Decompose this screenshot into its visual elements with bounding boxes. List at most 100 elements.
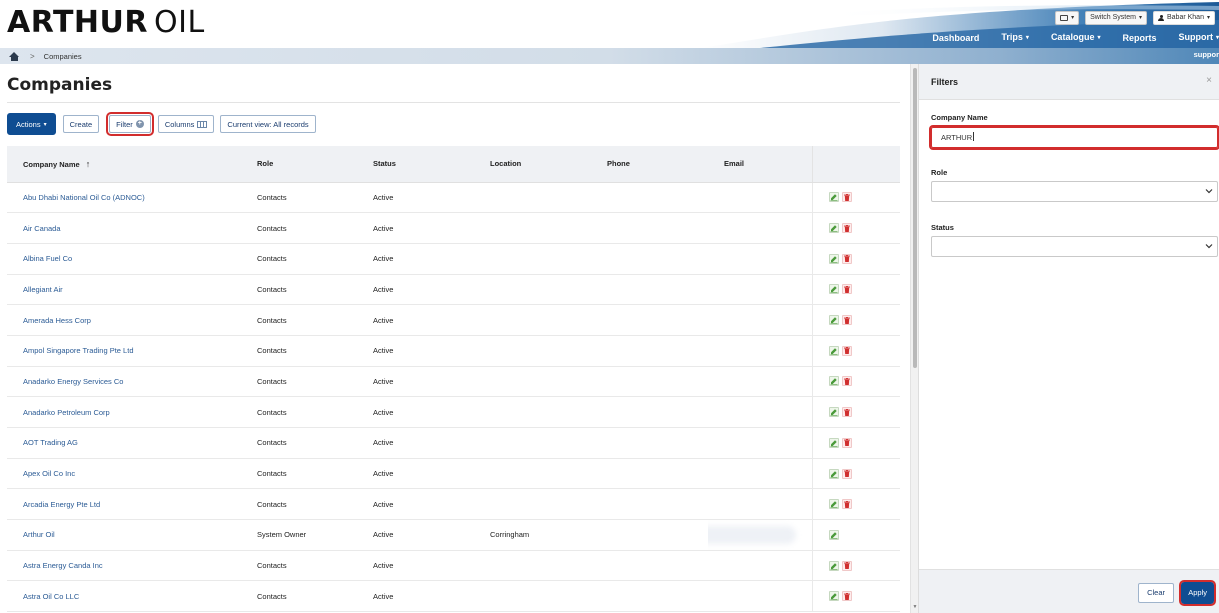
company-name-link[interactable]: Amerada Hess Corp <box>7 304 241 336</box>
table-row[interactable]: Anadarko Energy Services Co Contacts Activ… <box>7 366 900 398</box>
delete-icon[interactable] <box>841 192 852 203</box>
edit-icon[interactable] <box>828 192 839 203</box>
table-row[interactable]: Abu Dhabi National Oil Co (ADNOC) Contact… <box>7 182 900 214</box>
company-name-link[interactable]: Air Canada <box>7 212 241 244</box>
edit-icon[interactable] <box>828 407 839 418</box>
company-name-link[interactable]: Apex Oil Co Inc <box>7 458 241 490</box>
company-name-link[interactable]: Astra Energy Canda Inc <box>7 550 241 582</box>
table-row[interactable]: Amerada Hess Corp Contacts Active <box>7 304 900 336</box>
row-actions <box>811 212 900 244</box>
role-cell: Contacts <box>241 427 357 459</box>
company-name-link[interactable]: Anadarko Petroleum Corp <box>7 396 241 428</box>
delete-icon[interactable] <box>841 315 852 326</box>
company-name-link[interactable]: Arcadia Energy Pte Ltd <box>7 488 241 521</box>
company-name-link[interactable]: AOT Trading AG <box>7 427 241 459</box>
apply-button[interactable]: Apply <box>1179 580 1216 606</box>
table-row[interactable]: Anadarko Petroleum Corp Contacts Active <box>7 396 900 428</box>
table-row[interactable]: Air Canada Contacts Active <box>7 212 900 244</box>
nav-dashboard[interactable]: Dashboard <box>921 32 990 44</box>
delete-icon[interactable] <box>841 407 852 418</box>
table-row[interactable]: Ampol Singapore Trading Pte Ltd Contacts A… <box>7 335 900 367</box>
chevron-down-icon: ▾ <box>1138 15 1142 21</box>
nav-support[interactable]: Support ▾ <box>1167 31 1219 44</box>
edit-icon[interactable] <box>828 223 839 234</box>
table-row[interactable]: Allegiant Air Contacts Active <box>7 274 900 306</box>
company-name-link[interactable]: Arthur Oil <box>7 519 241 551</box>
role-cell: Contacts <box>241 182 357 214</box>
edit-icon[interactable] <box>828 560 839 571</box>
scrollbar-thumb[interactable] <box>913 68 917 368</box>
delete-icon[interactable] <box>841 437 852 448</box>
company-name-link[interactable]: Abu Dhabi National Oil Co (ADNOC) <box>7 182 241 214</box>
display-menu-button[interactable]: ▾ <box>1055 11 1080 25</box>
page-title: Companies <box>7 75 113 95</box>
clear-button[interactable]: Clear <box>1138 583 1174 603</box>
location-cell <box>474 550 591 582</box>
home-icon[interactable] <box>9 51 20 61</box>
edit-icon[interactable] <box>828 315 839 326</box>
delete-icon[interactable] <box>841 223 852 234</box>
column-header-location[interactable]: Location <box>474 146 591 183</box>
sort-ascending-icon[interactable]: ↑ <box>86 159 91 169</box>
role-select[interactable] <box>931 181 1218 202</box>
company-name-link[interactable]: Anadarko Energy Services Co <box>7 366 241 398</box>
phone-cell <box>591 488 708 521</box>
company-name-input[interactable]: ARTHUR <box>929 125 1219 150</box>
edit-icon[interactable] <box>828 591 839 602</box>
edit-icon[interactable] <box>828 437 839 448</box>
company-name-link[interactable]: Albina Fuel Co <box>7 243 241 275</box>
table-row[interactable]: Arthur Oil System Owner Active Corringham <box>7 519 900 551</box>
company-name-link[interactable]: Ampol Singapore Trading Pte Ltd <box>7 335 241 367</box>
column-header-email[interactable]: Email <box>708 146 812 183</box>
location-cell <box>474 366 591 398</box>
table-row[interactable]: Arcadia Energy Pte Ltd Contacts Active <box>7 488 900 521</box>
edit-icon[interactable] <box>828 499 839 510</box>
nav-catalogue[interactable]: Catalogue ▾ <box>1040 31 1112 44</box>
actions-button[interactable]: Actions ▾ <box>7 113 56 135</box>
column-header-phone[interactable]: Phone <box>591 146 708 183</box>
user-menu-button[interactable]: Babar Khan ▾ <box>1153 11 1215 25</box>
filter-button[interactable]: Filter + <box>106 112 154 136</box>
table-row[interactable]: AOT Trading AG Contacts Active <box>7 427 900 459</box>
current-view-button[interactable]: Current view: All records <box>220 115 316 133</box>
create-button[interactable]: Create <box>62 115 100 133</box>
delete-icon[interactable] <box>841 591 852 602</box>
nav-trips[interactable]: Trips ▾ <box>990 31 1040 44</box>
company-name-link[interactable]: Allegiant Air <box>7 274 241 306</box>
delete-icon[interactable] <box>841 253 852 264</box>
column-header-status[interactable]: Status <box>357 146 474 183</box>
status-select[interactable] <box>931 236 1218 257</box>
table-row[interactable]: Astra Oil Co LLC Contacts Active <box>7 580 900 613</box>
plus-circle-icon: + <box>135 120 144 128</box>
delete-icon[interactable] <box>841 499 852 510</box>
column-header-company-name[interactable]: Company Name ↑ <box>7 146 241 183</box>
delete-icon[interactable] <box>841 376 852 387</box>
column-header-role[interactable]: Role <box>241 146 357 183</box>
close-icon[interactable]: × <box>1206 75 1212 86</box>
delete-icon[interactable] <box>841 560 852 571</box>
main-scrollbar[interactable]: ▼ <box>910 64 918 613</box>
edit-icon[interactable] <box>828 468 839 479</box>
columns-button[interactable]: Columns <box>157 115 215 133</box>
nav-label: Trips <box>1001 32 1023 42</box>
edit-icon[interactable] <box>828 253 839 264</box>
table-row[interactable]: Apex Oil Co Inc Contacts Active <box>7 458 900 490</box>
company-name-link[interactable]: Astra Oil Co LLC <box>7 580 241 613</box>
edit-icon[interactable] <box>828 529 839 540</box>
phone-cell <box>591 580 708 613</box>
delete-icon[interactable] <box>841 284 852 295</box>
table-row[interactable]: Albina Fuel Co Contacts Active <box>7 243 900 275</box>
edit-icon[interactable] <box>828 345 839 356</box>
text-cursor <box>973 132 975 141</box>
edit-icon[interactable] <box>828 284 839 295</box>
delete-icon[interactable] <box>841 468 852 479</box>
app-logo[interactable]: ARTHUR OIL <box>7 5 205 41</box>
email-cell <box>708 396 812 428</box>
switch-system-button[interactable]: Switch System ▾ <box>1085 11 1147 25</box>
status-cell: Active <box>357 488 474 521</box>
breadcrumb-right-text[interactable]: suppor <box>1194 50 1219 59</box>
delete-icon[interactable] <box>841 345 852 356</box>
edit-icon[interactable] <box>828 376 839 387</box>
table-row[interactable]: Astra Energy Canda Inc Contacts Active <box>7 550 900 582</box>
nav-reports[interactable]: Reports <box>1111 32 1167 44</box>
